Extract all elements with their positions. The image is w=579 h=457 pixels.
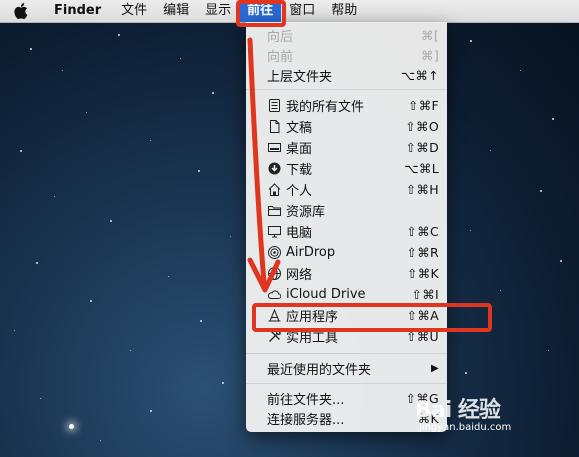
baidu-watermark: Bai 经验 jingyan.baidu.com — [415, 392, 511, 433]
baidu-logo: Bai 经验 — [415, 398, 501, 423]
annotation-arrow — [247, 37, 281, 293]
watermark-url: jingyan.baidu.com — [419, 422, 512, 433]
